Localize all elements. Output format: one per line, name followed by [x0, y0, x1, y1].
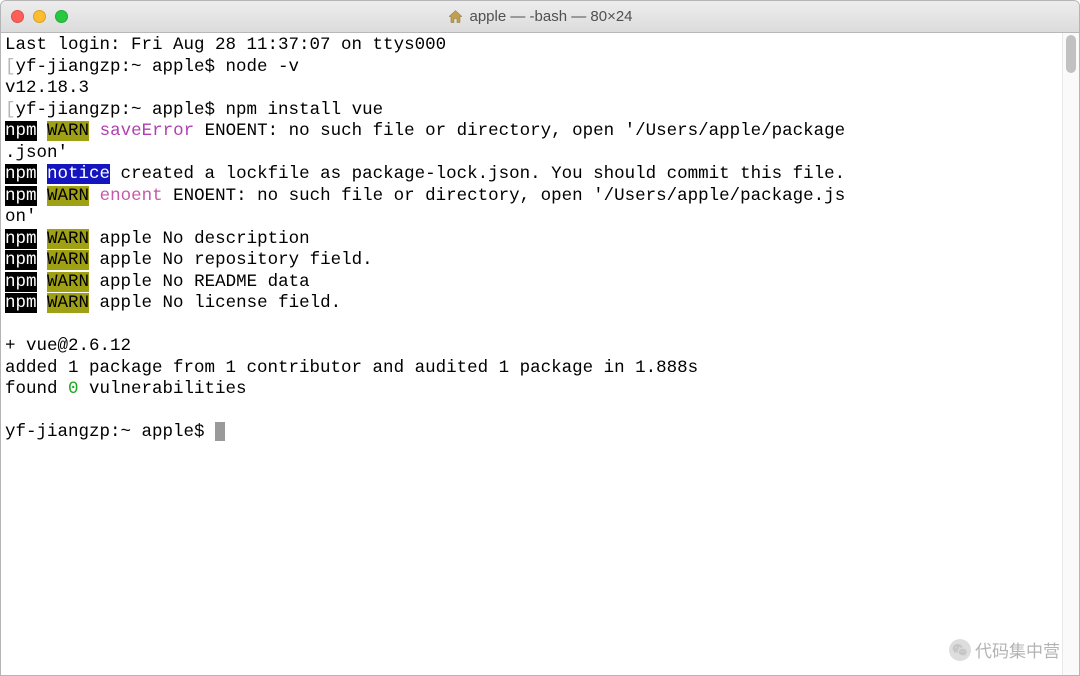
found-suffix: vulnerabilities [79, 379, 247, 399]
traffic-lights [11, 10, 68, 23]
msg: apple No README data [89, 272, 310, 292]
plus-vue-line: + vue@2.6.12 [5, 336, 131, 356]
prompt-line-1: yf-jiangzp:~ apple$ node -v [16, 57, 300, 77]
warn-tag: WARN [47, 250, 89, 270]
notice-tag: notice [47, 164, 110, 184]
bracket: [ [5, 57, 16, 77]
npm-prefix: npm [5, 164, 37, 184]
minimize-button[interactable] [33, 10, 46, 23]
window-title-text: apple — -bash — 80×24 [469, 8, 632, 25]
bracket: [ [5, 100, 16, 120]
last-login-line: Last login: Fri Aug 28 11:37:07 on ttys0… [5, 35, 446, 55]
cursor [215, 422, 225, 441]
msg: apple No repository field. [89, 250, 373, 270]
warn-tag: WARN [47, 121, 89, 141]
npm-prefix: npm [5, 293, 37, 313]
msg: .json' [5, 143, 68, 163]
msg: apple No description [89, 229, 310, 249]
watermark-text: 代码集中营 [975, 637, 1060, 662]
watermark: 代码集中营 [949, 637, 1060, 662]
prompt-line-2: yf-jiangzp:~ apple$ npm install vue [16, 100, 384, 120]
msg: ENOENT: no such file or directory, open … [163, 186, 846, 206]
close-button[interactable] [11, 10, 24, 23]
warn-tag: WARN [47, 293, 89, 313]
npm-prefix: npm [5, 186, 37, 206]
terminal-content[interactable]: Last login: Fri Aug 28 11:37:07 on ttys0… [1, 33, 1062, 675]
titlebar[interactable]: apple — -bash — 80×24 [1, 1, 1079, 33]
node-version: v12.18.3 [5, 78, 89, 98]
found-zero: 0 [68, 379, 79, 399]
final-prompt: yf-jiangzp:~ apple$ [5, 422, 215, 442]
npm-prefix: npm [5, 250, 37, 270]
maximize-button[interactable] [55, 10, 68, 23]
wechat-icon [949, 639, 971, 661]
scrollbar-thumb[interactable] [1066, 35, 1076, 73]
msg: on' [5, 207, 37, 227]
npm-prefix: npm [5, 229, 37, 249]
warn-tag: WARN [47, 229, 89, 249]
enoent-label: enoent [100, 186, 163, 206]
npm-prefix: npm [5, 121, 37, 141]
npm-prefix: npm [5, 272, 37, 292]
terminal-area: Last login: Fri Aug 28 11:37:07 on ttys0… [1, 33, 1079, 675]
warn-tag: WARN [47, 272, 89, 292]
found-prefix: found [5, 379, 68, 399]
home-icon [447, 9, 463, 25]
msg: apple No license field. [89, 293, 341, 313]
msg: ENOENT: no such file or directory, open … [194, 121, 845, 141]
added-line: added 1 package from 1 contributor and a… [5, 358, 698, 378]
warn-tag: WARN [47, 186, 89, 206]
save-error-label: saveError [100, 121, 195, 141]
window-title: apple — -bash — 80×24 [447, 8, 632, 25]
terminal-window: apple — -bash — 80×24 Last login: Fri Au… [0, 0, 1080, 676]
msg: created a lockfile as package-lock.json.… [110, 164, 845, 184]
scrollbar[interactable] [1062, 33, 1079, 675]
